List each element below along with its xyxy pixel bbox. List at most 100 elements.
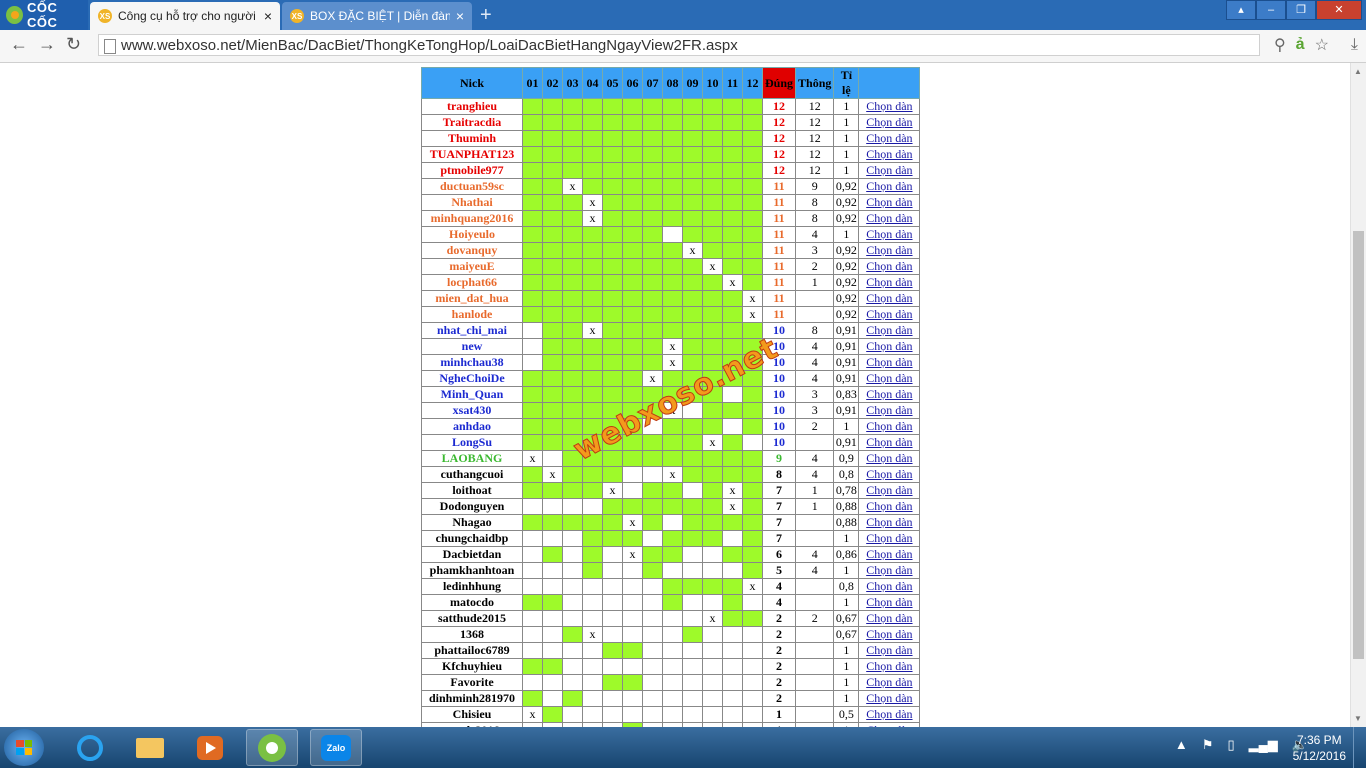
taskbar-explorer[interactable] xyxy=(124,729,176,766)
chon-dan-link[interactable]: Chọn dàn xyxy=(866,291,912,305)
chon-dan-link[interactable]: Chọn dàn xyxy=(866,131,912,145)
chon-dan-cell: Chọn dàn xyxy=(858,610,921,627)
scroll-down-icon[interactable]: ▼ xyxy=(1354,714,1362,723)
coccoc-logo[interactable]: CỐC CỐC xyxy=(0,0,88,30)
miss-mark: x xyxy=(602,482,623,499)
window-controls: ▴ – ❐ ✕ xyxy=(1226,0,1362,20)
scroll-up-icon[interactable]: ▲ xyxy=(1354,67,1362,76)
chon-dan-link[interactable]: Chọn dàn xyxy=(866,115,912,129)
bookmark-star-icon[interactable]: ☆ xyxy=(1315,35,1329,55)
start-button[interactable] xyxy=(4,729,44,766)
chon-dan-link[interactable]: Chọn dàn xyxy=(866,307,912,321)
download-icon[interactable]: ⤓ xyxy=(1351,36,1358,54)
taskbar-zalo[interactable]: Zalo xyxy=(310,729,362,766)
nick-cell: TUANPHAT123 xyxy=(421,146,523,163)
taskbar-media[interactable] xyxy=(184,729,236,766)
dung-cell: 6 xyxy=(761,546,797,563)
chon-dan-link[interactable]: Chọn dàn xyxy=(866,275,912,289)
signal-icon[interactable]: ▂▄▆ xyxy=(1249,737,1278,753)
close-tab-icon[interactable]: × xyxy=(456,8,464,24)
chon-dan-link[interactable]: Chọn dàn xyxy=(866,483,912,497)
minimize-icon[interactable]: – xyxy=(1256,0,1286,20)
hit-cell xyxy=(602,418,623,435)
chon-dan-link[interactable]: Chọn dàn xyxy=(866,659,912,673)
chon-dan-cell: Chọn dàn xyxy=(858,418,921,435)
hit-cell xyxy=(682,322,703,339)
zoom-icon[interactable]: ⚲ xyxy=(1274,35,1286,55)
chon-dan-link[interactable]: Chọn dàn xyxy=(866,195,912,209)
miss-mark: x xyxy=(722,498,743,515)
chon-dan-link[interactable]: Chọn dàn xyxy=(866,227,912,241)
chon-dan-link[interactable]: Chọn dàn xyxy=(866,707,912,721)
chon-dan-cell: Chọn dàn xyxy=(858,226,921,243)
chon-dan-link[interactable]: Chọn dàn xyxy=(866,563,912,577)
chon-dan-link[interactable]: Chọn dàn xyxy=(866,147,912,161)
chon-dan-link[interactable]: Chọn dàn xyxy=(866,531,912,545)
chon-dan-link[interactable]: Chọn dàn xyxy=(866,467,912,481)
dung-cell: 11 xyxy=(761,306,797,323)
chon-dan-link[interactable]: Chọn dàn xyxy=(866,643,912,657)
close-tab-icon[interactable]: × xyxy=(264,8,272,24)
new-tab-icon[interactable]: + xyxy=(480,4,492,27)
hit-cell xyxy=(562,274,583,291)
dung-cell: 2 xyxy=(761,642,797,659)
chon-dan-link[interactable]: Chọn dàn xyxy=(866,547,912,561)
taskbar-coccoc[interactable] xyxy=(246,729,298,766)
chon-dan-link[interactable]: Chọn dàn xyxy=(866,691,912,705)
miss-mark: x xyxy=(522,450,543,467)
user-icon[interactable]: ▴ xyxy=(1226,0,1256,20)
chon-dan-link[interactable]: Chọn dàn xyxy=(866,515,912,529)
hit-cell xyxy=(622,530,643,547)
chon-dan-link[interactable]: Chọn dàn xyxy=(866,355,912,369)
tile-cell: 0,5 xyxy=(833,706,860,723)
maximize-icon[interactable]: ❐ xyxy=(1286,0,1316,20)
chon-dan-link[interactable]: Chọn dàn xyxy=(866,579,912,593)
chon-dan-link[interactable]: Chọn dàn xyxy=(866,499,912,513)
coccoc-dictionary-icon[interactable]: ả xyxy=(1296,36,1305,54)
chon-dan-link[interactable]: Chọn dàn xyxy=(866,595,912,609)
chon-dan-link[interactable]: Chọn dàn xyxy=(866,403,912,417)
taskbar-ie[interactable] xyxy=(64,729,116,766)
hit-cell xyxy=(662,386,683,403)
url-input[interactable]: www.webxoso.net/MienBac/DacBiet/ThongKeT… xyxy=(98,34,1260,56)
header-col-11: 11 xyxy=(722,67,743,99)
empty-cell xyxy=(582,610,603,627)
chon-dan-link[interactable]: Chọn dàn xyxy=(866,675,912,689)
chon-dan-link[interactable]: Chọn dàn xyxy=(866,323,912,337)
tile-cell: 0,92 xyxy=(833,210,860,227)
hit-cell xyxy=(702,274,723,291)
chon-dan-link[interactable]: Chọn dàn xyxy=(866,387,912,401)
chon-dan-link[interactable]: Chọn dàn xyxy=(866,371,912,385)
hit-cell xyxy=(662,546,683,563)
chon-dan-link[interactable]: Chọn dàn xyxy=(866,627,912,641)
chon-dan-link[interactable]: Chọn dàn xyxy=(866,419,912,433)
close-window-icon[interactable]: ✕ xyxy=(1316,0,1362,20)
hit-cell xyxy=(582,242,603,259)
battery-icon[interactable]: ▯ xyxy=(1227,737,1234,753)
chon-dan-link[interactable]: Chọn dàn xyxy=(866,211,912,225)
chon-dan-link[interactable]: Chọn dàn xyxy=(866,179,912,193)
chon-dan-link[interactable]: Chọn dàn xyxy=(866,451,912,465)
chon-dan-link[interactable]: Chọn dàn xyxy=(866,611,912,625)
reload-icon[interactable]: ↻ xyxy=(66,34,81,55)
chon-dan-link[interactable]: Chọn dàn xyxy=(866,243,912,257)
show-hidden-icons-icon[interactable]: ▲ xyxy=(1175,737,1188,753)
clock[interactable]: 7:36 PM 5/12/2016 xyxy=(1293,732,1346,764)
tab-active[interactable]: XS Công cụ hỗ trợ cho người × xyxy=(90,2,280,30)
flag-icon[interactable]: ⚑ xyxy=(1202,737,1214,753)
chon-dan-link[interactable]: Chọn dàn xyxy=(866,259,912,273)
back-icon[interactable]: ← xyxy=(10,34,28,55)
hit-cell xyxy=(702,210,723,227)
chon-dan-link[interactable]: Chọn dàn xyxy=(866,163,912,177)
hit-cell xyxy=(542,226,563,243)
chon-dan-link[interactable]: Chọn dàn xyxy=(866,435,912,449)
scrollbar-thumb[interactable] xyxy=(1353,231,1364,659)
show-desktop-button[interactable] xyxy=(1353,727,1366,768)
chon-dan-link[interactable]: Chọn dàn xyxy=(866,339,912,353)
hit-cell xyxy=(622,642,643,659)
hit-cell xyxy=(562,450,583,467)
chon-dan-link[interactable]: Chọn dàn xyxy=(866,99,912,113)
vertical-scrollbar[interactable]: ▲ ▼ xyxy=(1350,63,1366,727)
tab-inactive[interactable]: XS BOX ĐẶC BIỆT | Diễn đàn × xyxy=(282,2,472,30)
forward-icon[interactable]: → xyxy=(38,34,56,55)
